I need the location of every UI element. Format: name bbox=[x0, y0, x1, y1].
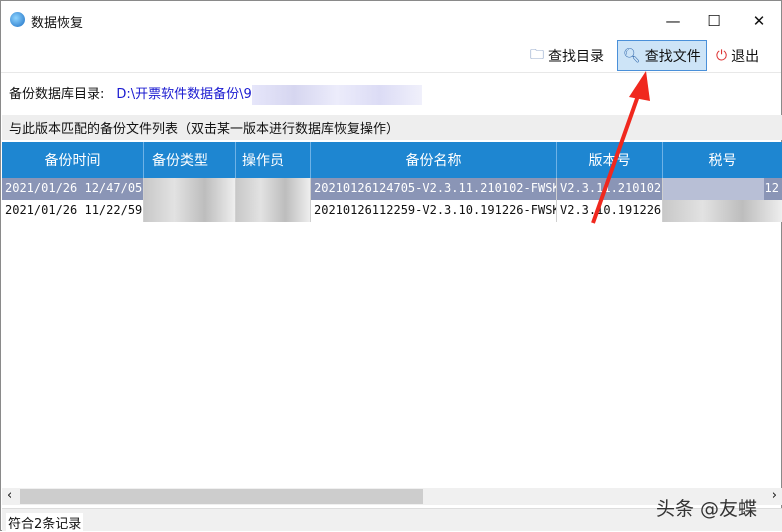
data-recovery-window: 数据恢复 — ☐ ✕ 🗀 查找目录 🔍︎ 查找文件 ⏻ 退出 备份数据库目录: D… bbox=[0, 0, 782, 532]
red-arrow-annotation bbox=[591, 71, 650, 224]
